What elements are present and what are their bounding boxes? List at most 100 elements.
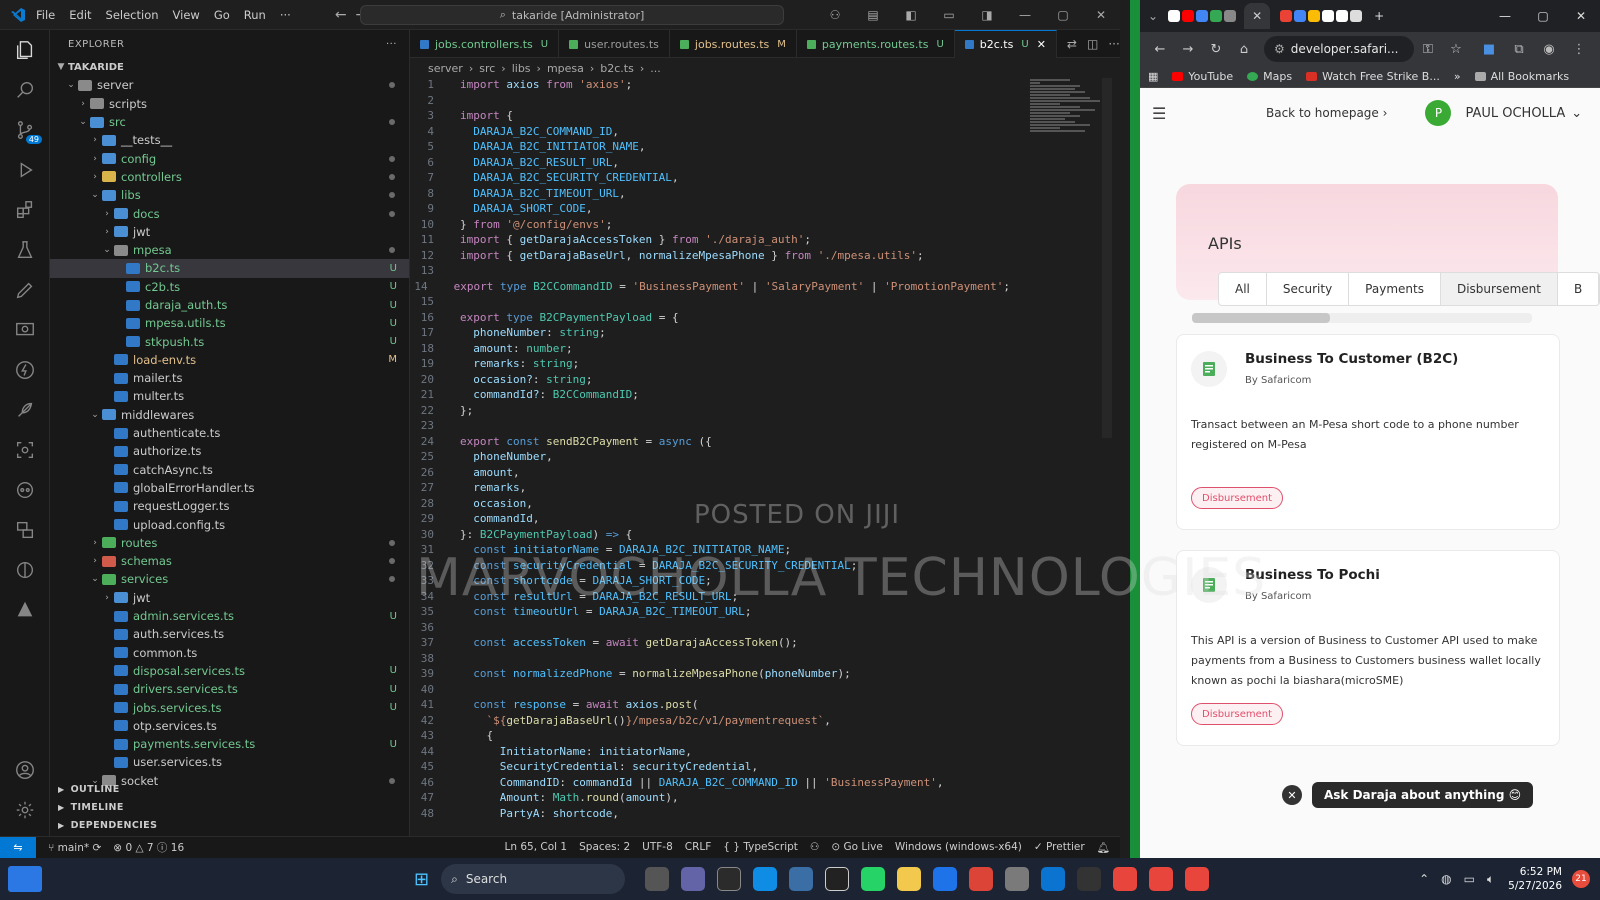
- go-live-button[interactable]: ⊙ Go Live: [831, 841, 882, 854]
- back-to-homepage-link[interactable]: Back to homepage ›: [1266, 106, 1387, 120]
- file-item[interactable]: load-env.ts M: [50, 351, 409, 369]
- api-category-tag[interactable]: Disbursement: [1191, 487, 1283, 509]
- tab-favicon-icon[interactable]: [1294, 10, 1307, 22]
- filter-tab[interactable]: Security: [1267, 273, 1350, 305]
- panel-toggle-icon[interactable]: ▭: [930, 8, 968, 22]
- taskbar-search[interactable]: ⌕ Search: [441, 864, 626, 894]
- more-bookmarks-icon[interactable]: »: [1454, 70, 1461, 83]
- code-editor[interactable]: 1 import axios from 'axios'; 2 3 import {4 D…: [410, 78, 1010, 820]
- git-branch[interactable]: ⑂ main* ⟳: [48, 842, 101, 854]
- file-item[interactable]: jobs.services.ts U: [50, 698, 409, 716]
- settings-gear-icon[interactable]: [0, 790, 50, 830]
- platform[interactable]: Windows (windows-x64): [895, 841, 1022, 854]
- layout-icon[interactable]: ▤: [854, 8, 892, 22]
- edge-icon[interactable]: [753, 867, 778, 891]
- windows-start-icon[interactable]: ⊞: [414, 869, 429, 890]
- app-icon[interactable]: [825, 867, 850, 891]
- chrome-icon[interactable]: [1185, 867, 1210, 891]
- chrome-icon[interactable]: [969, 867, 994, 891]
- extensions-puzzle-icon[interactable]: ⧉: [1504, 42, 1534, 57]
- secondary-sidebar-icon[interactable]: ◨: [968, 8, 1006, 22]
- file-item[interactable]: disposal.services.ts U: [50, 662, 409, 680]
- browser-active-tab[interactable]: ✕: [1244, 3, 1271, 29]
- app-icon[interactable]: [1005, 867, 1030, 891]
- editor-tab[interactable]: jobs.controllers.ts U: [410, 30, 560, 58]
- feather-icon[interactable]: [0, 390, 50, 430]
- language-mode[interactable]: { } TypeScript: [723, 841, 798, 854]
- file-item[interactable]: otp.services.ts: [50, 717, 409, 735]
- menu-item[interactable]: Go: [214, 8, 230, 22]
- folder-item[interactable]: › docs: [50, 204, 409, 222]
- file-item[interactable]: drivers.services.ts U: [50, 680, 409, 698]
- file-item[interactable]: auth.services.ts: [50, 625, 409, 643]
- bookmark-youtube[interactable]: YouTube: [1172, 70, 1233, 83]
- teams-icon[interactable]: [681, 867, 706, 891]
- clock[interactable]: 6:52 PM 5/27/2026: [1508, 865, 1562, 893]
- folder-item[interactable]: ⌄ mpesa: [50, 241, 409, 259]
- folder-item[interactable]: › __tests__: [50, 131, 409, 149]
- search-icon[interactable]: [0, 70, 50, 110]
- filter-tab[interactable]: B: [1558, 273, 1600, 305]
- remote-explorer-icon[interactable]: [0, 310, 50, 350]
- apps-grid-icon[interactable]: ▦: [1148, 70, 1158, 83]
- timeline-section[interactable]: ▶ TIMELINE: [50, 798, 410, 816]
- task-view-icon[interactable]: [645, 867, 670, 891]
- youtube-favicon-icon[interactable]: [1182, 10, 1195, 22]
- notification-badge[interactable]: 21: [1572, 870, 1590, 888]
- site-info-icon[interactable]: ⚙: [1274, 42, 1285, 56]
- remote-indicator-icon[interactable]: ⇋: [0, 836, 36, 859]
- forward-icon[interactable]: →: [1174, 42, 1202, 57]
- ask-daraja-button[interactable]: Ask Daraja about anything 😊: [1312, 782, 1534, 808]
- whatsapp-icon[interactable]: [861, 867, 886, 891]
- minimize-icon[interactable]: —: [1006, 8, 1044, 22]
- back-icon[interactable]: ←: [1146, 42, 1174, 57]
- line-ending[interactable]: CRLF: [685, 841, 712, 854]
- menu-item[interactable]: File: [36, 8, 55, 22]
- new-tab-icon[interactable]: +: [1374, 9, 1384, 23]
- display-icon[interactable]: ▭: [1464, 872, 1475, 886]
- copilot-chat-icon[interactable]: [0, 470, 50, 510]
- folder-item[interactable]: › routes: [50, 534, 409, 552]
- more-actions-icon[interactable]: ···: [1108, 37, 1119, 51]
- breadcrumb-item[interactable]: ...: [650, 62, 661, 75]
- file-explorer-icon[interactable]: [897, 867, 922, 891]
- problems-indicator[interactable]: ⊗ 0 △ 7 ⓘ 16: [113, 840, 184, 855]
- widgets-icon[interactable]: [8, 866, 42, 892]
- bell-icon[interactable]: 🔔︎: [1097, 841, 1110, 854]
- chrome-icon[interactable]: [1113, 867, 1138, 891]
- store-icon[interactable]: [789, 867, 814, 891]
- address-bar[interactable]: ⚙ developer.safari...: [1264, 36, 1414, 62]
- folder-item[interactable]: ⌄ libs: [50, 186, 409, 204]
- file-item[interactable]: multer.ts: [50, 387, 409, 405]
- filter-scrollbar[interactable]: [1192, 313, 1532, 323]
- file-item[interactable]: catchAsync.ts: [50, 461, 409, 479]
- file-item[interactable]: requestLogger.ts: [50, 497, 409, 515]
- editor-tab[interactable]: user.routes.ts: [559, 30, 670, 58]
- database-icon[interactable]: [0, 510, 50, 550]
- folder-item[interactable]: › config: [50, 149, 409, 167]
- app-icon[interactable]: [933, 867, 958, 891]
- breadcrumb-item[interactable]: server: [428, 62, 463, 75]
- deploy-icon[interactable]: [0, 590, 50, 630]
- folder-item[interactable]: ⌄ src: [50, 113, 409, 131]
- close-tab-icon[interactable]: ✕: [1037, 38, 1046, 51]
- git-graph-icon[interactable]: [0, 550, 50, 590]
- tab-search-icon[interactable]: ⌄: [1148, 9, 1158, 23]
- filter-tab[interactable]: All: [1219, 273, 1267, 305]
- explorer-icon[interactable]: [0, 30, 50, 70]
- folder-item[interactable]: ⌄ services: [50, 570, 409, 588]
- workspace-root[interactable]: ▼ TAKARIDE: [50, 58, 409, 76]
- editor-tab[interactable]: jobs.routes.ts M: [670, 30, 797, 58]
- pen-icon[interactable]: [0, 270, 50, 310]
- copilot-icon[interactable]: ⚇: [816, 8, 854, 22]
- breadcrumb-item[interactable]: mpesa: [547, 62, 584, 75]
- file-item[interactable]: daraja_auth.ts U: [50, 296, 409, 314]
- all-bookmarks[interactable]: All Bookmarks: [1474, 70, 1569, 83]
- file-item[interactable]: common.ts: [50, 644, 409, 662]
- file-item[interactable]: mailer.ts: [50, 369, 409, 387]
- encoding[interactable]: UTF-8: [642, 841, 673, 854]
- lightning-icon[interactable]: [0, 350, 50, 390]
- breadcrumb-item[interactable]: src: [479, 62, 495, 75]
- tab-favicon-icon[interactable]: [1350, 10, 1363, 22]
- editor-tab[interactable]: b2c.ts U ✕: [954, 30, 1057, 58]
